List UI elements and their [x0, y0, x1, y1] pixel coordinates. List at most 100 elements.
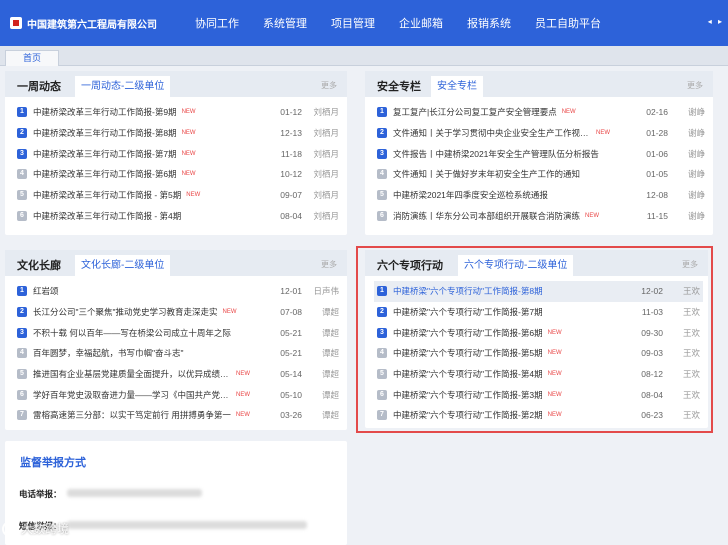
item-date: 05-21: [280, 327, 302, 338]
rank-badge: 4: [377, 348, 387, 359]
item-title[interactable]: 文件报告丨中建桥梁2021年安全生产管理队伍分析报告: [393, 148, 599, 160]
item-title[interactable]: 中建桥梁"六个专项行动"工作简报-第8期: [393, 285, 543, 297]
item-author: 刘栖月: [313, 190, 339, 201]
item-title[interactable]: 中建桥梁"六个专项行动"工作简报-第2期: [393, 409, 543, 421]
item-date: 11-15: [646, 210, 668, 221]
panel-title: 监督举报方式: [20, 457, 86, 469]
more-link[interactable]: 更多: [321, 259, 337, 270]
item-title[interactable]: 中建桥梁"六个专项行动"工作简报-第5期: [393, 347, 543, 359]
panel-header: 一周动态 一周动态-二级单位 更多: [5, 71, 347, 97]
list-item[interactable]: 1 中建桥梁改革三年行动工作简报-第9期 NEW 01-12 刘栖月: [17, 102, 339, 123]
company-logo[interactable]: 中国建筑第六工程局有限公司: [10, 16, 157, 31]
item-title[interactable]: 中建桥梁"六个专项行动"工作简报-第4期: [393, 368, 543, 380]
item-title[interactable]: 中建桥梁"六个专项行动"工作简报-第6期: [393, 327, 543, 339]
item-title[interactable]: 复工复产|长江分公司复工复产安全管理要点: [393, 106, 557, 118]
item-title[interactable]: 中建桥梁改革三年行动工作简报-第7期: [33, 148, 177, 160]
list-item[interactable]: 6 学好百年党史汲取奋进力量——学习《中国共产党简... NEW 05-10 谭超: [17, 384, 339, 405]
rank-badge: 5: [17, 369, 27, 380]
list-item[interactable]: 7 雷榕高速第三分部：以实干笃定前行 用拼搏勇争第一 NEW 03-26 谭超: [17, 405, 339, 426]
list-item[interactable]: 4 中建桥梁改革三年行动工作简报-第6期 NEW 10-12 刘栖月: [17, 164, 339, 185]
list-item[interactable]: 7 中建桥梁"六个专项行动"工作简报-第2期 NEW 06-23 王欢: [377, 405, 700, 426]
list-item[interactable]: 3 文件报告丨中建桥梁2021年安全生产管理队伍分析报告 01-06 谢峥: [377, 143, 705, 164]
list-item[interactable]: 3 不积十载 何以百年——写在桥梁公司成立十周年之际 05-21 谭超: [17, 322, 339, 343]
rank-badge: 4: [17, 169, 27, 180]
item-author: 王欢: [682, 286, 700, 297]
list-item[interactable]: 2 文件通知丨关于学习贯彻中央企业安全生产工作视频会... NEW 01-28 谢峥: [377, 123, 705, 144]
item-date: 11-03: [641, 307, 663, 318]
rank-badge: 1: [17, 286, 27, 297]
tab-home[interactable]: 首页: [5, 50, 59, 66]
redacted-sms: [67, 521, 307, 529]
list-item[interactable]: 2 中建桥梁改革三年行动工作简报-第8期 NEW 12-13 刘栖月: [17, 123, 339, 144]
list-item[interactable]: 3 中建桥梁"六个专项行动"工作简报-第6期 NEW 09-30 王欢: [377, 322, 700, 343]
item-title[interactable]: 长江分公司"三个聚焦"推动党史学习教育走深走实: [33, 306, 218, 318]
more-link[interactable]: 更多: [321, 80, 337, 91]
nav-item[interactable]: 员工自助平台: [535, 15, 601, 31]
item-title[interactable]: 中建桥梁改革三年行动工作简报-第9期: [33, 106, 177, 118]
panel-subtab[interactable]: 一周动态-二级单位: [75, 76, 171, 97]
item-title[interactable]: 文件通知丨关于学习贯彻中央企业安全生产工作视频会...: [393, 127, 591, 139]
item-date: 03-26: [280, 410, 302, 421]
nav-item[interactable]: 协同工作: [195, 15, 239, 31]
rank-badge: 5: [377, 369, 387, 380]
item-author: 谭超: [321, 410, 339, 421]
item-title[interactable]: 推进国有企业基层党建质量全面提升，以优异成绩庆...: [33, 368, 231, 380]
panel-subtab[interactable]: 文化长廊-二级单位: [75, 255, 171, 276]
item-date: 12-08: [646, 190, 668, 201]
panel-subtab[interactable]: 六个专项行动-二级单位: [458, 255, 574, 276]
item-author: 王欢: [682, 410, 700, 421]
list-item[interactable]: 5 中建桥梁"六个专项行动"工作简报-第4期 NEW 08-12 王欢: [377, 364, 700, 385]
list-item[interactable]: 1 中建桥梁"六个专项行动"工作简报-第8期 12-02 王欢: [374, 281, 703, 302]
list-item[interactable]: 5 中建桥梁改革三年行动工作简报 - 第5期 NEW 09-07 刘栖月: [17, 185, 339, 206]
nav-item[interactable]: 企业邮箱: [399, 15, 443, 31]
more-link[interactable]: 更多: [687, 80, 703, 91]
list-item[interactable]: 4 文件通知丨关于做好岁末年初安全生产工作的通知 01-05 谢峥: [377, 164, 705, 185]
item-date: 07-08: [280, 307, 302, 318]
item-title[interactable]: 中建桥梁改革三年行动工作简报 - 第4期: [33, 210, 181, 222]
item-title[interactable]: 文件通知丨关于做好岁末年初安全生产工作的通知: [393, 168, 580, 180]
item-title[interactable]: 百年圆梦，幸福起航，书写巾帼"奋斗志": [33, 347, 184, 359]
item-title[interactable]: 红岩颂: [33, 285, 59, 297]
nav-item[interactable]: 项目管理: [331, 15, 375, 31]
item-title[interactable]: 中建桥梁"六个专项行动"工作简报-第3期: [393, 389, 543, 401]
list-item[interactable]: 4 中建桥梁"六个专项行动"工作简报-第5期 NEW 09-03 王欢: [377, 343, 700, 364]
item-title[interactable]: 消防演练丨华东分公司本部组织开展联合消防演练: [393, 210, 580, 222]
list-item[interactable]: 5 推进国有企业基层党建质量全面提升，以优异成绩庆... NEW 05-14 谭超: [17, 364, 339, 385]
list-item[interactable]: 3 中建桥梁改革三年行动工作简报-第7期 NEW 11-18 刘栖月: [17, 143, 339, 164]
redacted-phone: [67, 489, 202, 497]
item-author: 谢峥: [687, 190, 705, 201]
news-list: 1 中建桥梁改革三年行动工作简报-第9期 NEW 01-12 刘栖月 2 中建桥梁改革三年行…: [17, 102, 339, 226]
item-title[interactable]: 中建桥梁"六个专项行动"工作简报-第7期: [393, 306, 543, 318]
new-badge: NEW: [181, 130, 196, 137]
list-item[interactable]: 2 中建桥梁"六个专项行动"工作简报-第7期 11-03 王欢: [377, 302, 700, 323]
item-date: 01-05: [646, 169, 668, 180]
item-date: 09-03: [641, 348, 663, 359]
panel-subtab[interactable]: 安全专栏: [431, 76, 483, 97]
new-badge: NEW: [181, 109, 196, 116]
item-author: 谭超: [321, 369, 339, 380]
item-title[interactable]: 中建桥梁2021年四季度安全巡检系统通报: [393, 189, 548, 201]
main-nav: 协同工作 系统管理 项目管理 企业邮箱 报销系统 员工自助平台: [195, 15, 625, 31]
item-title[interactable]: 中建桥梁改革三年行动工作简报-第6期: [33, 168, 177, 180]
item-title[interactable]: 中建桥梁改革三年行动工作简报 - 第5期: [33, 189, 181, 201]
list-item[interactable]: 6 消防演练丨华东分公司本部组织开展联合消防演练 NEW 11-15 谢峥: [377, 205, 705, 226]
item-title[interactable]: 中建桥梁改革三年行动工作简报-第8期: [33, 127, 177, 139]
nav-scroll-arrows-icon[interactable]: ◂ ▸: [708, 17, 724, 26]
list-item[interactable]: 1 复工复产|长江分公司复工复产安全管理要点 NEW 02-16 谢峥: [377, 102, 705, 123]
rank-badge: 1: [377, 107, 387, 118]
more-link[interactable]: 更多: [682, 259, 698, 270]
item-title[interactable]: 雷榕高速第三分部：以实干笃定前行 用拼搏勇争第一: [33, 409, 231, 421]
new-badge: NEW: [547, 350, 562, 357]
item-title[interactable]: 学好百年党史汲取奋进力量——学习《中国共产党简...: [33, 389, 231, 401]
nav-item[interactable]: 系统管理: [263, 15, 307, 31]
item-title[interactable]: 不积十载 何以百年——写在桥梁公司成立十周年之际: [33, 327, 231, 339]
rank-badge: 2: [377, 307, 387, 318]
company-name: 中国建筑第六工程局有限公司: [27, 19, 157, 31]
list-item[interactable]: 1 红岩颂 12-01 日声伟: [17, 281, 339, 302]
nav-item[interactable]: 报销系统: [467, 15, 511, 31]
list-item[interactable]: 6 中建桥梁"六个专项行动"工作简报-第3期 NEW 08-04 王欢: [377, 384, 700, 405]
list-item[interactable]: 2 长江分公司"三个聚焦"推动党史学习教育走深走实 NEW 07-08 谭超: [17, 302, 339, 323]
list-item[interactable]: 5 中建桥梁2021年四季度安全巡检系统通报 12-08 谢峥: [377, 185, 705, 206]
list-item[interactable]: 4 百年圆梦，幸福起航，书写巾帼"奋斗志" 05-21 谭超: [17, 343, 339, 364]
list-item[interactable]: 6 中建桥梁改革三年行动工作简报 - 第4期 08-04 刘栖月: [17, 205, 339, 226]
